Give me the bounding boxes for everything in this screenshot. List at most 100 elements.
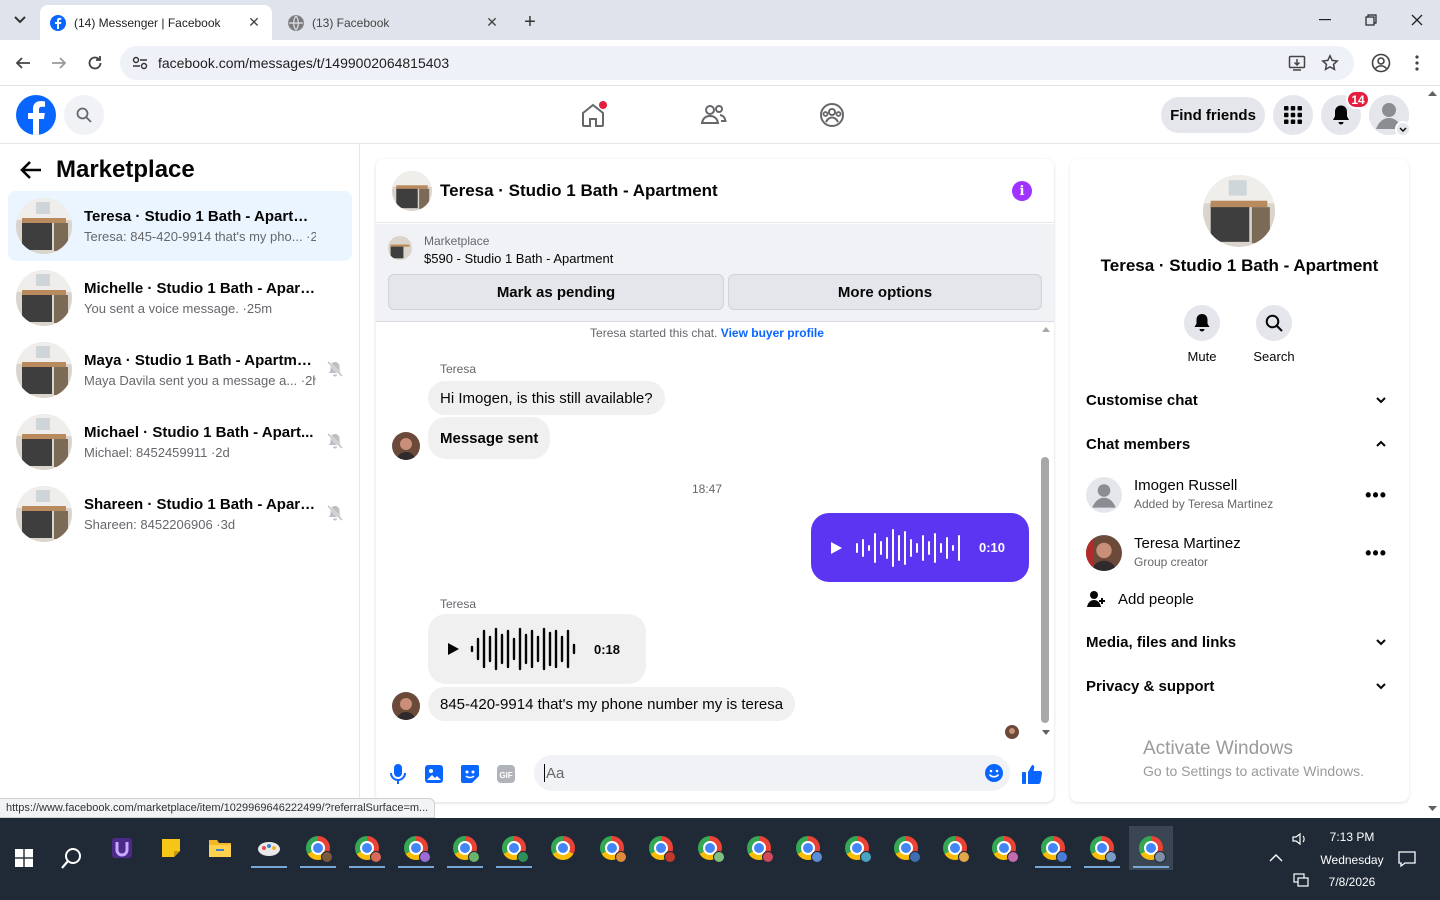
taskbar-chrome-window-active[interactable] (1129, 826, 1173, 870)
taskbar-chrome-window[interactable] (1031, 826, 1075, 870)
microphone-icon[interactable] (386, 762, 410, 786)
play-icon[interactable] (829, 541, 843, 555)
install-app-icon[interactable] (1288, 54, 1306, 72)
thumbs-up-icon[interactable] (1020, 762, 1044, 786)
find-friends-button[interactable]: Find friends (1161, 97, 1265, 133)
incoming-message[interactable]: Hi Imogen, is this still available? (428, 381, 665, 415)
gif-icon[interactable]: GIF (494, 762, 518, 786)
taskbar-chrome-window[interactable] (590, 826, 634, 870)
facebook-search-button[interactable] (64, 95, 104, 135)
sticker-icon[interactable] (458, 762, 482, 786)
search-in-chat-button[interactable]: Search (1244, 305, 1304, 364)
reload-button[interactable] (82, 50, 108, 76)
new-tab-button[interactable]: + (518, 10, 542, 34)
nav-friends[interactable] (693, 96, 733, 134)
emoji-icon[interactable] (984, 763, 1004, 783)
taskbar-date[interactable]: 7/8/2026 (1312, 875, 1392, 889)
taskbar-chrome-window[interactable] (541, 826, 585, 870)
back-arrow-icon[interactable] (20, 160, 42, 180)
close-tab-icon[interactable]: ✕ (246, 14, 262, 31)
thread-item[interactable]: Shareen · Studio 1 Bath - Apart... Share… (8, 479, 352, 549)
taskbar-time[interactable]: 7:13 PM (1312, 830, 1392, 844)
restore-icon[interactable] (1359, 8, 1383, 32)
volume-icon[interactable] (1292, 832, 1308, 846)
taskbar-chrome-window[interactable] (688, 826, 732, 870)
nav-home[interactable] (573, 96, 613, 134)
thread-item[interactable]: Michelle · Studio 1 Bath - Apartment You… (8, 263, 352, 333)
chrome-icon (502, 836, 529, 863)
more-options-icon[interactable]: ••• (1365, 543, 1387, 564)
chat-avatar[interactable] (392, 170, 432, 211)
taskbar-chrome-window[interactable] (443, 826, 487, 870)
show-hidden-icons-button[interactable] (1256, 836, 1296, 880)
thread-item[interactable]: Michael · Studio 1 Bath - Apart... Micha… (8, 407, 352, 477)
taskbar-paint-app[interactable] (247, 826, 291, 870)
member-row[interactable]: Teresa Martinez Group creator ••• (1086, 529, 1393, 579)
outgoing-voice-message[interactable]: 0:10 (811, 513, 1029, 582)
taskbar-search-button[interactable] (50, 836, 94, 880)
sender-avatar[interactable] (392, 432, 420, 460)
tab-messenger[interactable]: (14) Messenger | Facebook ✕ (40, 5, 272, 40)
view-buyer-profile-link[interactable]: View buyer profile (721, 326, 824, 340)
customise-chat-section[interactable]: Customise chat (1086, 380, 1393, 420)
notification-center-icon[interactable] (1398, 850, 1416, 868)
thread-item[interactable]: Teresa · Studio 1 Bath - Apartment Teres… (8, 191, 352, 261)
taskbar-chrome-window[interactable] (639, 826, 683, 870)
taskbar-chrome-window[interactable] (835, 826, 879, 870)
chat-scrollbar-thumb[interactable] (1041, 457, 1049, 723)
tab-search-button[interactable] (8, 8, 32, 32)
chat-members-section[interactable]: Chat members (1086, 424, 1393, 464)
taskbar-chrome-window[interactable] (933, 826, 977, 870)
taskbar-day[interactable]: Wednesday (1312, 853, 1392, 867)
profile-button[interactable] (1368, 50, 1394, 76)
taskbar-chrome-window[interactable] (345, 826, 389, 870)
info-icon[interactable]: i (1012, 181, 1032, 201)
thread-item[interactable]: Maya · Studio 1 Bath - Apartment Maya Da… (8, 335, 352, 405)
mark-as-pending-button[interactable]: Mark as pending (388, 274, 724, 310)
tab-facebook[interactable]: (13) Facebook ✕ (278, 5, 510, 40)
taskbar-chrome-window[interactable] (492, 826, 536, 870)
chat-title[interactable]: Teresa · Studio 1 Bath - Apartment (440, 181, 718, 201)
site-settings-icon[interactable] (132, 56, 148, 70)
page-scrollbar[interactable] (1425, 86, 1440, 818)
taskbar-chrome-window[interactable] (884, 826, 928, 870)
start-button[interactable] (2, 836, 46, 880)
photo-icon[interactable] (422, 762, 446, 786)
taskbar-file-explorer[interactable] (198, 826, 242, 870)
taskbar-chrome-window[interactable] (296, 826, 340, 870)
taskbar-chrome-window[interactable] (1080, 826, 1124, 870)
minimize-icon[interactable] (1313, 8, 1337, 32)
play-icon[interactable] (446, 642, 460, 656)
menu-button[interactable] (1273, 95, 1313, 135)
taskbar-sticky-notes[interactable] (149, 826, 193, 870)
browser-menu-button[interactable] (1404, 50, 1430, 76)
incoming-message[interactable]: Message sent (428, 417, 551, 459)
url-field[interactable]: facebook.com/messages/t/1499002064815403 (120, 46, 1354, 80)
bookmark-star-icon[interactable] (1321, 54, 1339, 72)
nav-groups[interactable] (812, 96, 852, 134)
forward-button[interactable] (46, 50, 72, 76)
facebook-logo-icon[interactable] (16, 95, 56, 135)
taskbar-chrome-window[interactable] (737, 826, 781, 870)
listing-title[interactable]: $590 - Studio 1 Bath - Apartment (424, 251, 613, 266)
mute-button[interactable]: Mute (1172, 305, 1232, 364)
sender-avatar[interactable] (392, 692, 420, 720)
add-people-button[interactable]: Add people (1086, 579, 1393, 619)
incoming-message[interactable]: 845-420-9914 that's my phone number my i… (428, 687, 796, 721)
incoming-voice-message[interactable]: 0:18 (428, 614, 646, 684)
network-icon[interactable] (1293, 873, 1309, 887)
more-options-icon[interactable]: ••• (1365, 485, 1387, 506)
member-row[interactable]: Imogen Russell Added by Teresa Martinez … (1086, 471, 1393, 521)
taskbar-chrome-window[interactable] (982, 826, 1026, 870)
close-tab-icon[interactable]: ✕ (484, 14, 500, 31)
taskbar-app-purple[interactable] (100, 826, 144, 870)
back-button[interactable] (10, 50, 36, 76)
message-input[interactable]: Aa (534, 755, 1010, 791)
taskbar-chrome-window[interactable] (394, 826, 438, 870)
account-chevron-icon[interactable] (1395, 121, 1411, 137)
media-files-links-section[interactable]: Media, files and links (1086, 622, 1393, 662)
privacy-support-section[interactable]: Privacy & support (1086, 666, 1393, 706)
close-window-icon[interactable] (1405, 8, 1429, 32)
taskbar-chrome-window[interactable] (786, 826, 830, 870)
more-options-button[interactable]: More options (728, 274, 1042, 310)
